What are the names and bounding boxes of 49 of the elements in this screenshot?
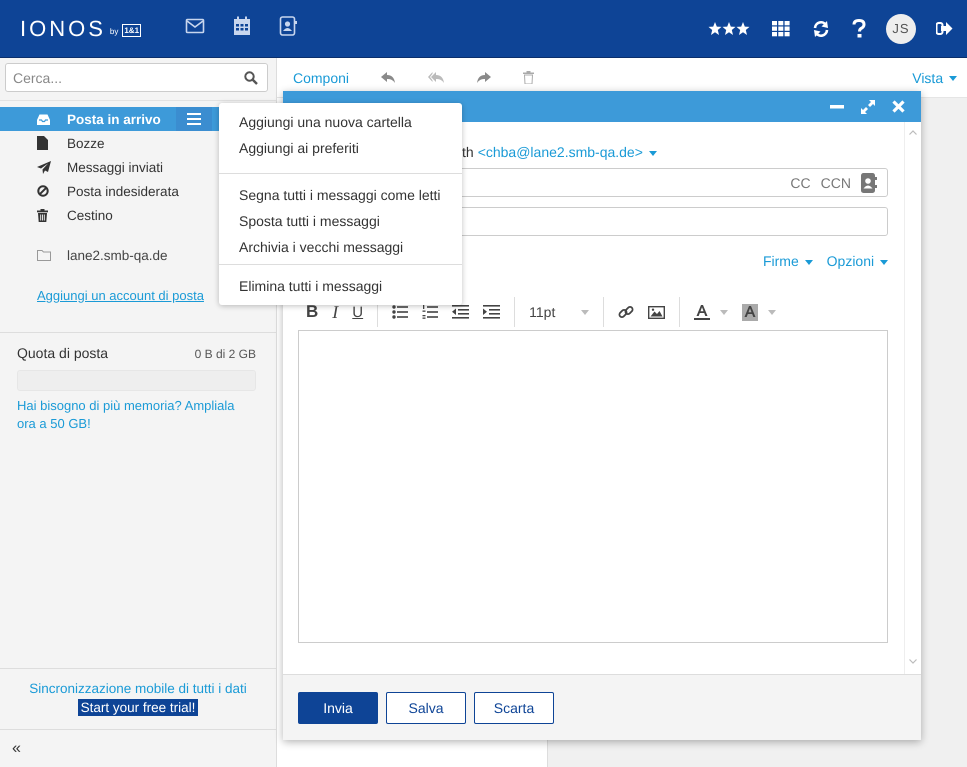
menu-item[interactable]: Elimina tutti i messaggi: [219, 273, 462, 299]
folder-icon: [37, 250, 51, 260]
search-field[interactable]: Cerca...: [5, 63, 268, 92]
calendar-icon[interactable]: [233, 16, 252, 36]
expand-icon[interactable]: [861, 100, 875, 114]
action-button[interactable]: Scarta: [474, 692, 554, 724]
search-icon[interactable]: [244, 71, 258, 85]
sender-label: th: [462, 144, 474, 160]
logo[interactable]: IONOS by 1&1: [20, 16, 142, 42]
underline-button[interactable]: U: [352, 304, 364, 320]
user-avatar[interactable]: JS: [886, 14, 916, 44]
bulleted-list-icon[interactable]: [392, 305, 408, 319]
minimize-icon[interactable]: [830, 104, 844, 108]
stars-icon[interactable]: [708, 22, 750, 36]
inbox-icon: [37, 114, 50, 124]
menu-item[interactable]: Archivia i vecchi messaggi: [219, 234, 462, 260]
cc-link[interactable]: CC: [790, 174, 811, 190]
help-icon[interactable]: [852, 19, 866, 38]
highlight-color-icon[interactable]: [742, 304, 758, 320]
collapse-button[interactable]: «: [12, 740, 21, 758]
send-button[interactable]: Invia: [298, 692, 378, 724]
mail-icon[interactable]: [185, 18, 206, 34]
logout-icon[interactable]: [936, 21, 953, 36]
refresh-icon[interactable]: [812, 20, 830, 38]
outdent-icon[interactable]: [452, 305, 470, 319]
image-icon[interactable]: [648, 306, 666, 318]
reply-icon[interactable]: [381, 72, 396, 84]
font-size-dropdown[interactable]: 11pt: [529, 304, 590, 320]
blocked-icon: [37, 185, 49, 197]
close-icon[interactable]: [892, 100, 905, 113]
grid-icon[interactable]: [772, 20, 790, 36]
quota-reading: 0 B di 2 GB: [194, 347, 256, 361]
trial-link[interactable]: Start your free trial!: [78, 699, 198, 716]
menu-item[interactable]: Sposta tutti i messaggi: [219, 208, 462, 234]
text-color-icon[interactable]: [694, 304, 710, 320]
link-icon[interactable]: [618, 304, 634, 320]
document-icon: [37, 136, 48, 150]
trash-icon: [37, 208, 48, 222]
paper-plane-icon: [37, 160, 51, 174]
indent-icon[interactable]: [483, 305, 500, 319]
italic-button[interactable]: I: [332, 302, 338, 322]
menu-icon[interactable]: [176, 107, 212, 131]
bcc-link[interactable]: CCN: [820, 174, 851, 190]
numbered-list-icon[interactable]: [422, 305, 438, 319]
address-book-icon[interactable]: [861, 172, 877, 192]
action-button[interactable]: Salva: [386, 692, 466, 724]
contacts-icon[interactable]: [279, 16, 298, 36]
quota-label: Quota di posta: [17, 345, 108, 361]
forward-icon[interactable]: [476, 72, 492, 84]
